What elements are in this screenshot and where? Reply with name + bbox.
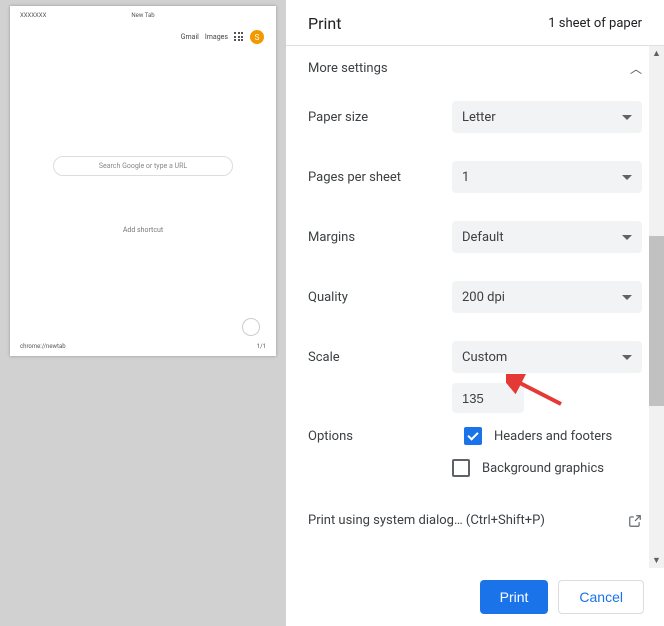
open-external-icon — [628, 514, 642, 528]
preview-footer-url: chrome://newtab — [20, 343, 66, 350]
preview-add-shortcut: Add shortcut — [123, 226, 163, 234]
scroll-down-arrow-icon[interactable]: ▼ — [649, 553, 664, 568]
chevron-up-icon: ︿ — [630, 60, 642, 77]
dropdown-icon — [622, 115, 632, 120]
dropdown-icon — [622, 355, 632, 360]
background-graphics-label: Background graphics — [482, 461, 604, 476]
scale-row: Scale Custom — [308, 327, 642, 387]
dropdown-icon — [622, 235, 632, 240]
preview-page: XXXXXXX New Tab Gmail Images S Search Go… — [10, 6, 276, 356]
paper-size-row: Paper size Letter — [308, 87, 642, 147]
print-settings-pane: Print 1 sheet of paper More settings ︿ P… — [286, 0, 664, 626]
pages-per-sheet-label: Pages per sheet — [308, 170, 428, 185]
paper-size-value: Letter — [462, 110, 496, 125]
scale-label: Scale — [308, 350, 428, 365]
scale-value: Custom — [462, 350, 507, 365]
page-title: Print — [308, 14, 341, 33]
preview-header-date: XXXXXXX — [20, 12, 46, 19]
scroll-up-arrow-icon[interactable]: ▲ — [649, 46, 664, 61]
preview-footer-page: 1/1 — [257, 343, 266, 350]
print-header: Print 1 sheet of paper — [286, 0, 664, 46]
margins-label: Margins — [308, 230, 428, 245]
options-label: Options — [308, 429, 428, 444]
paper-size-select[interactable]: Letter — [452, 101, 642, 133]
margins-value: Default — [462, 230, 504, 245]
more-settings-toggle[interactable]: More settings ︿ — [308, 46, 642, 87]
quality-value: 200 dpi — [462, 290, 505, 305]
print-preview-pane: XXXXXXX New Tab Gmail Images S Search Go… — [0, 0, 286, 626]
cancel-button[interactable]: Cancel — [558, 580, 644, 614]
background-graphics-row: Background graphics — [452, 459, 642, 477]
scale-custom-input[interactable] — [452, 383, 524, 413]
preview-search-box: Search Google or type a URL — [53, 156, 233, 176]
apps-grid-icon — [234, 32, 244, 42]
preview-images-link: Images — [205, 33, 228, 41]
preview-header-title: New Tab — [131, 12, 154, 19]
quality-label: Quality — [308, 290, 428, 305]
dialog-footer: Print Cancel — [286, 568, 664, 626]
preview-gmail-link: Gmail — [181, 33, 199, 41]
headers-footers-label: Headers and footers — [494, 429, 612, 444]
scrollbar-thumb[interactable] — [649, 236, 664, 406]
system-dialog-text: Print using system dialog… (Ctrl+Shift+P… — [308, 513, 545, 528]
more-settings-label: More settings — [308, 61, 388, 76]
scrollbar-track[interactable]: ▲ ▼ — [649, 46, 664, 568]
background-graphics-checkbox[interactable] — [452, 459, 470, 477]
dropdown-icon — [622, 295, 632, 300]
pages-per-sheet-row: Pages per sheet 1 — [308, 147, 642, 207]
print-button[interactable]: Print — [480, 580, 549, 614]
avatar: S — [250, 30, 264, 44]
preview-fab-icon — [242, 318, 260, 336]
margins-row: Margins Default — [308, 207, 642, 267]
pages-per-sheet-value: 1 — [462, 170, 469, 185]
system-dialog-link[interactable]: Print using system dialog… (Ctrl+Shift+P… — [308, 491, 642, 540]
paper-size-label: Paper size — [308, 110, 428, 125]
quality-row: Quality 200 dpi — [308, 267, 642, 327]
dropdown-icon — [622, 175, 632, 180]
options-block: Options Headers and footers Background g… — [308, 413, 642, 477]
preview-topbar: Gmail Images S — [181, 30, 264, 44]
sheet-count: 1 sheet of paper — [548, 16, 642, 31]
scale-select[interactable]: Custom — [452, 341, 642, 373]
headers-footers-row: Options Headers and footers — [308, 427, 642, 445]
margins-select[interactable]: Default — [452, 221, 642, 253]
settings-scroll-area: More settings ︿ Paper size Letter Pages … — [286, 46, 664, 568]
pages-per-sheet-select[interactable]: 1 — [452, 161, 642, 193]
quality-select[interactable]: 200 dpi — [452, 281, 642, 313]
headers-footers-checkbox[interactable] — [464, 427, 482, 445]
